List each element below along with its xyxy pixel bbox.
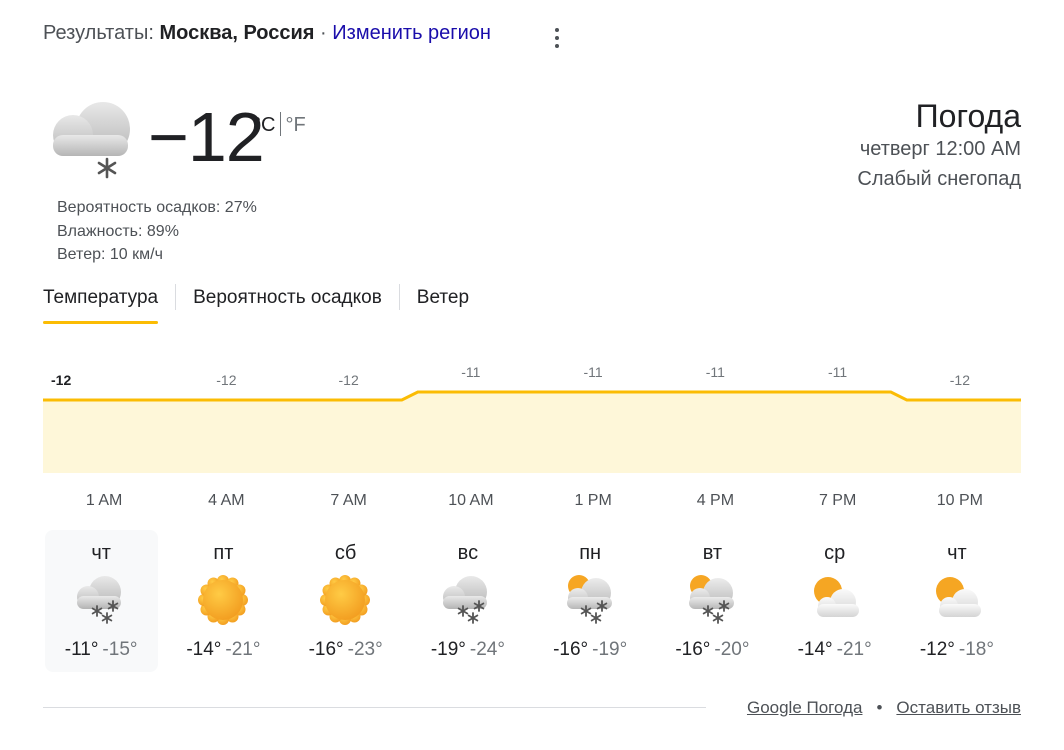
hour-label: 4 PM bbox=[696, 492, 735, 509]
temperature-data-label: -11 bbox=[706, 364, 725, 380]
day-high: -12° bbox=[919, 639, 955, 660]
temperature-data-label: -12 bbox=[339, 372, 359, 388]
daily-forecast: чт -11° -15° пт -14° -21° сб -16° -23° вс -19° -24°… bbox=[43, 530, 1021, 672]
weather-title: Погода bbox=[915, 98, 1021, 134]
day-temps: -12° -18° bbox=[900, 639, 1013, 661]
humidity: Влажность: 89% bbox=[57, 222, 179, 240]
chart-tabs: Температура Вероятность осадков Ветер bbox=[43, 284, 469, 324]
day-high: -14° bbox=[186, 639, 222, 660]
day-name: вс bbox=[457, 542, 479, 564]
temperature-data-label: -12 bbox=[216, 372, 236, 388]
day-temps: -19° -24° bbox=[411, 639, 524, 661]
day-temps: -11° -15° bbox=[45, 639, 158, 661]
day-forecast[interactable]: сб -16° -23° bbox=[289, 530, 402, 672]
day-high: -16° bbox=[553, 639, 589, 660]
day-high: -14° bbox=[797, 639, 833, 660]
hour-label: 10 AM bbox=[448, 492, 494, 509]
day-name: ср bbox=[824, 542, 846, 564]
day-low: -18° bbox=[958, 639, 994, 660]
cloud-snow-icon bbox=[43, 95, 135, 185]
temperature-data-label: -12 bbox=[51, 372, 71, 388]
temperature-data-label: -11 bbox=[461, 364, 480, 380]
day-forecast[interactable]: пн -16° -19° bbox=[534, 530, 647, 672]
unit-toggle: °C °F bbox=[253, 112, 306, 137]
current-details: Вероятность осадков: 27% Влажность: 89% … bbox=[57, 196, 257, 267]
results-prefix: Результаты: bbox=[43, 22, 154, 44]
cloud-snow-icon bbox=[73, 572, 129, 628]
change-region-link[interactable]: Изменить регион bbox=[332, 22, 491, 44]
sun-icon bbox=[195, 572, 251, 628]
day-forecast[interactable]: вс -19° -24° bbox=[411, 530, 524, 672]
partly-cloudy-icon bbox=[928, 572, 984, 628]
day-name: пн bbox=[579, 542, 602, 564]
tab-precipitation[interactable]: Вероятность осадков bbox=[193, 284, 382, 324]
temperature-data-label: -11 bbox=[828, 364, 847, 380]
cloud-snow-icon bbox=[439, 572, 495, 628]
day-high: -16° bbox=[675, 639, 711, 660]
day-high: -11° bbox=[64, 639, 99, 660]
day-temps: -14° -21° bbox=[778, 639, 891, 661]
wind-speed: Ветер: 10 км/ч bbox=[57, 246, 163, 263]
day-name: сб bbox=[334, 542, 357, 564]
day-name: чт bbox=[91, 542, 111, 564]
day-name: чт bbox=[947, 542, 967, 564]
day-forecast[interactable]: пт -14° -21° bbox=[167, 530, 280, 672]
hour-label: 7 PM bbox=[818, 492, 857, 509]
day-temps: -14° -21° bbox=[167, 639, 280, 661]
day-low: -19° bbox=[592, 639, 628, 660]
day-name: пт bbox=[213, 542, 234, 564]
results-line: Результаты: Москва, Россия · Изменить ре… bbox=[43, 22, 491, 45]
temperature-data-label: -12 bbox=[950, 372, 970, 388]
precipitation-chance: Вероятность осадков: 27% bbox=[57, 199, 257, 216]
hour-label: 1 PM bbox=[574, 492, 612, 509]
footer: Google Погода • Оставить отзыв bbox=[747, 698, 1021, 718]
footer-divider bbox=[43, 707, 706, 708]
day-name: вт bbox=[702, 542, 723, 564]
results-separator: · bbox=[320, 22, 327, 44]
weather-condition: Слабый снегопад bbox=[857, 168, 1021, 190]
day-forecast[interactable]: ср -14° -21° bbox=[778, 530, 891, 672]
footer-dot: • bbox=[876, 698, 883, 717]
day-forecast[interactable]: вт -16° -20° bbox=[656, 530, 769, 672]
hour-axis: 1 AM 4 AM 7 AM 10 AM 1 PM 4 PM 7 PM 10 PM bbox=[43, 492, 1021, 514]
google-weather-link[interactable]: Google Погода bbox=[747, 698, 863, 717]
weather-daytime: четверг 12:00 AM bbox=[859, 138, 1021, 160]
partly-cloudy-icon bbox=[806, 572, 862, 628]
current-temperature: −12 bbox=[148, 98, 265, 176]
hour-label: 1 AM bbox=[85, 492, 123, 509]
hour-label: 7 AM bbox=[330, 492, 367, 509]
day-low: -21° bbox=[225, 639, 261, 660]
day-low: -20° bbox=[714, 639, 750, 660]
day-low: -21° bbox=[836, 639, 872, 660]
day-temps: -16° -20° bbox=[656, 639, 769, 661]
day-low: -23° bbox=[347, 639, 383, 660]
day-forecast[interactable]: чт -11° -15° bbox=[44, 530, 158, 672]
day-high: -16° bbox=[308, 639, 344, 660]
sun-icon bbox=[317, 572, 373, 628]
fahrenheit-button[interactable]: °F bbox=[285, 114, 305, 136]
feedback-link[interactable]: Оставить отзыв bbox=[896, 698, 1021, 717]
tab-temperature[interactable]: Температура bbox=[43, 284, 159, 324]
celsius-button[interactable]: °C bbox=[253, 114, 275, 136]
location-name: Москва, Россия bbox=[159, 22, 315, 44]
day-temps: -16° -19° bbox=[534, 639, 647, 661]
sun-cloud-snow-icon bbox=[562, 572, 618, 628]
temperature-area bbox=[43, 392, 1021, 473]
day-high: -19° bbox=[430, 639, 466, 660]
tab-divider bbox=[398, 284, 400, 310]
weather-title-block: Погода четверг 12:00 AM Слабый снегопад bbox=[857, 98, 1021, 194]
temperature-chart: -12 -12 -12 -11 -11 -11 -11 -12 bbox=[43, 364, 1021, 473]
temperature-data-label: -11 bbox=[584, 364, 603, 380]
day-low: -24° bbox=[469, 639, 505, 660]
tab-divider bbox=[175, 284, 177, 310]
hour-label: 10 PM bbox=[936, 492, 983, 509]
sun-cloud-snow-icon bbox=[684, 572, 740, 628]
day-temps: -16° -23° bbox=[289, 639, 402, 661]
more-options-icon[interactable] bbox=[545, 24, 569, 54]
tab-wind[interactable]: Ветер bbox=[417, 284, 469, 324]
hour-label: 4 AM bbox=[208, 492, 245, 509]
day-low: -15° bbox=[102, 639, 138, 660]
day-forecast[interactable]: чт -12° -18° bbox=[900, 530, 1013, 672]
